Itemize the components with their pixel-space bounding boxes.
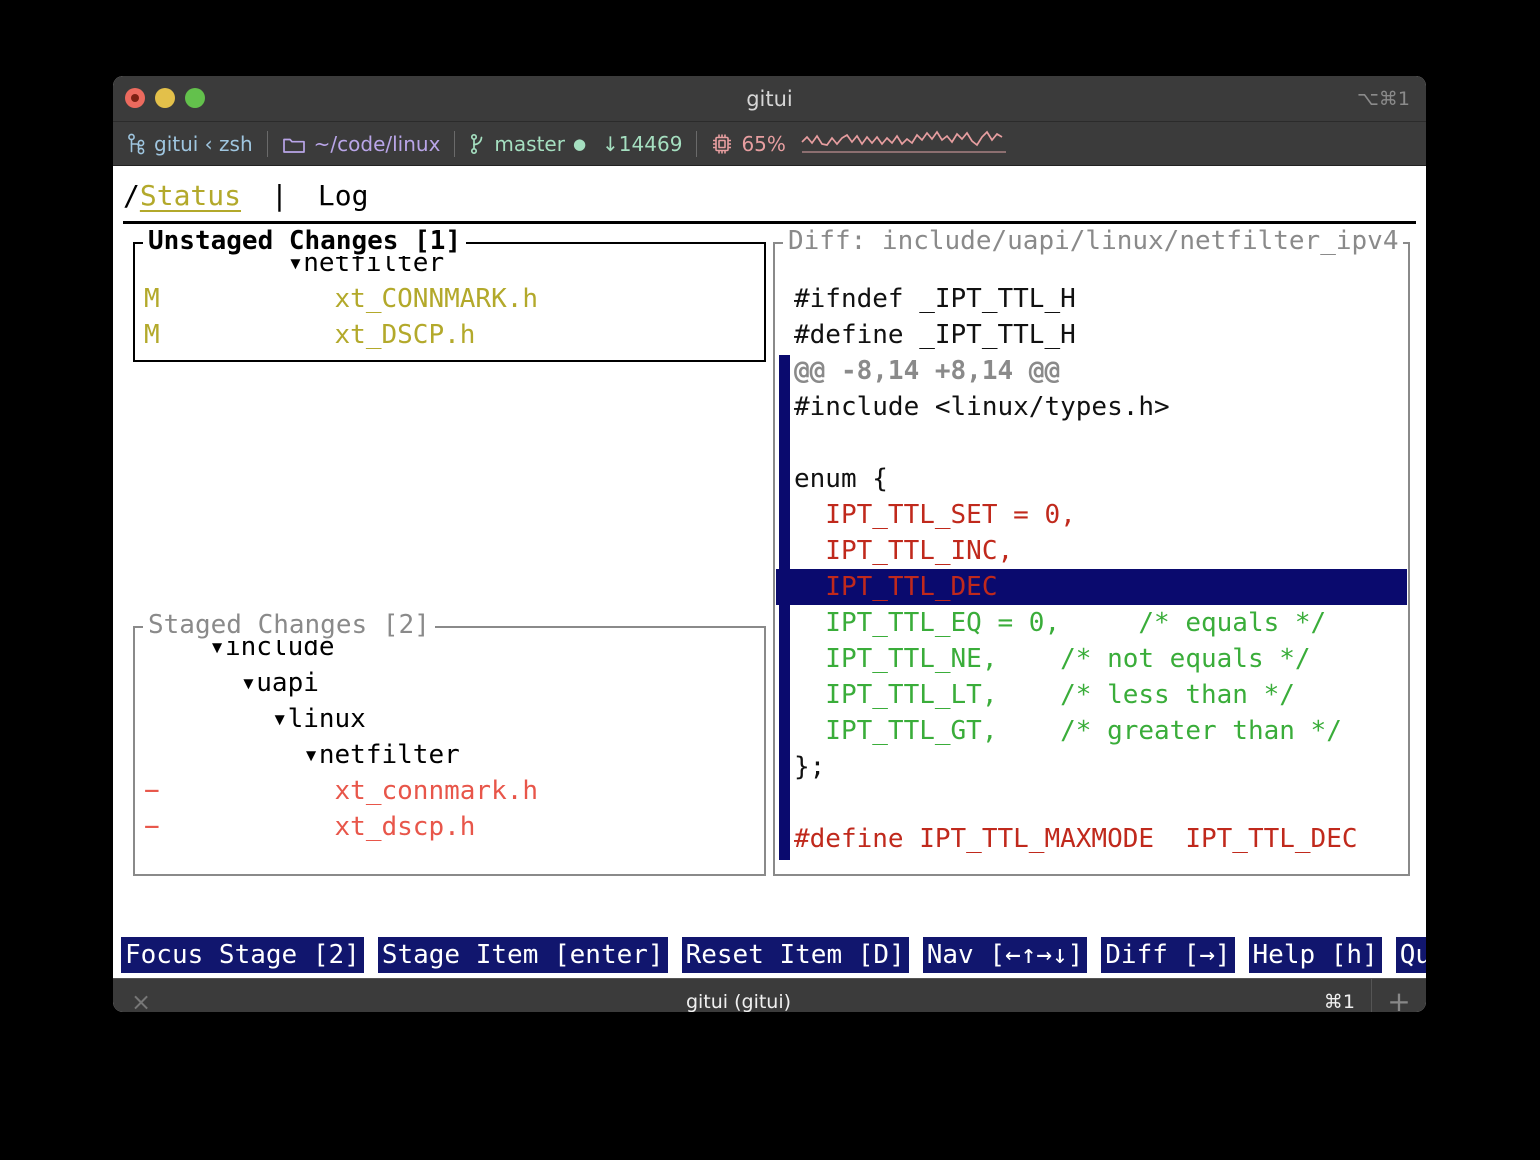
commits-behind-label: ↓14469 <box>602 132 682 156</box>
tree-folder-label: ▾uapi <box>178 665 319 701</box>
main-content: Unstaged Changes [1] ▾netfilterM xt_CONN… <box>113 224 1426 931</box>
git-branch-icon <box>469 133 486 155</box>
command-button[interactable]: Nav [←↑→↓] <box>923 937 1088 973</box>
diff-panel[interactable]: Diff: include/uapi/linux/netfilter_ipv4 … <box>773 242 1410 876</box>
table-row[interactable]: ▾linux <box>136 701 763 737</box>
close-icon[interactable]: × <box>113 988 169 1012</box>
cpu-chip-icon <box>711 132 733 156</box>
terminal-session-title: gitui (gitui) <box>169 991 1308 1012</box>
gitui-window: gitui ⌥⌘1 gitui ‹ zsh <box>113 76 1426 1012</box>
status-cpu-segment: 65% <box>697 122 1021 165</box>
staged-panel-title: Staged Changes [2] <box>143 610 435 640</box>
file-status-marker: − <box>136 809 178 845</box>
diff-line[interactable]: IPT_TTL_NE, /* not equals */ <box>776 641 1407 677</box>
diff-line[interactable]: }; <box>776 749 1407 785</box>
cpu-percent-label: 65% <box>741 132 785 156</box>
table-row[interactable]: ▾netfilter <box>136 737 763 773</box>
diff-line[interactable]: IPT_TTL_GT, /* greater than */ <box>776 713 1407 749</box>
tab-divider: | <box>271 179 288 212</box>
diff-line[interactable]: #include <linux/types.h> <box>776 389 1407 425</box>
tab-status[interactable]: /Status <box>123 179 241 212</box>
unstaged-panel-title: Unstaged Changes [1] <box>143 226 466 256</box>
diff-line[interactable] <box>776 785 1407 821</box>
diff-line[interactable]: IPT_TTL_LT, /* less than */ <box>776 677 1407 713</box>
window-titlebar: gitui ⌥⌘1 <box>113 76 1426 122</box>
command-button[interactable]: Stage Item [enter] <box>378 937 668 973</box>
file-name-label: xt_CONNMARK.h <box>178 281 538 317</box>
file-status-marker: − <box>136 773 178 809</box>
tab-status-label: Status <box>140 179 241 212</box>
terminal-status-bar: × gitui (gitui) ⌘1 + <box>113 978 1426 1012</box>
tab-bar: /Status | Log <box>113 166 1426 224</box>
diff-line[interactable]: #ifndef _IPT_TTL_H <box>776 281 1407 317</box>
unstaged-changes-panel[interactable]: Unstaged Changes [1] ▾netfilterM xt_CONN… <box>133 242 766 362</box>
file-name-label: xt_DSCP.h <box>178 317 475 353</box>
diff-line[interactable] <box>776 425 1407 461</box>
diff-line[interactable]: IPT_TTL_INC, <box>776 533 1407 569</box>
file-name-label: xt_MARK.h <box>178 353 475 359</box>
diff-panel-title: Diff: include/uapi/linux/netfilter_ipv4 <box>783 226 1403 256</box>
command-button[interactable]: Diff [→] <box>1101 937 1234 973</box>
command-button[interactable]: Reset Item [D] <box>682 937 909 973</box>
status-path-segment: ~/code/linux <box>268 122 455 165</box>
branch-dirty-dot: ● <box>573 135 586 153</box>
branch-label: master <box>494 132 565 156</box>
file-status-marker: M <box>136 281 178 317</box>
shell-label: gitui ‹ zsh <box>154 132 253 156</box>
terminal-shortcut-label: ⌘1 <box>1308 991 1371 1012</box>
table-row[interactable]: − xt_connmark.h <box>136 773 763 809</box>
new-tab-plus-icon[interactable]: + <box>1371 979 1426 1012</box>
staged-changes-panel[interactable]: Staged Changes [2] ▾include ▾uapi ▾linux… <box>133 626 766 876</box>
status-shell-segment: gitui ‹ zsh <box>113 122 267 165</box>
diff-line[interactable]: enum { <box>776 461 1407 497</box>
diff-content[interactable]: #ifndef _IPT_TTL_H#define _IPT_TTL_H@@ -… <box>776 245 1407 873</box>
git-branch-icon <box>127 133 146 155</box>
table-row[interactable]: − xt_dscp.h <box>136 809 763 845</box>
command-button[interactable]: Focus Stage [2] <box>121 937 364 973</box>
status-git-segment: master ● ↓14469 <box>455 122 696 165</box>
window-title: gitui <box>113 87 1426 111</box>
table-row[interactable]: M xt_CONNMARK.h <box>136 281 763 317</box>
diff-line[interactable]: IPT_TTL_SET = 0, <box>776 497 1407 533</box>
unstaged-file-list[interactable]: ▾netfilterM xt_CONNMARK.hM xt_DSCP.hM xt… <box>136 245 763 359</box>
diff-line[interactable]: @@ -8,14 +8,14 @@ <box>776 353 1407 389</box>
window-shortcut-hint: ⌥⌘1 <box>1357 88 1410 110</box>
folder-icon <box>282 134 306 154</box>
tab-prefix: / <box>123 179 140 212</box>
file-status-marker: M <box>136 353 178 359</box>
table-row[interactable]: M xt_MARK.h <box>136 353 763 359</box>
shell-status-bar: gitui ‹ zsh ~/code/linux master <box>113 122 1426 166</box>
command-button[interactable]: Help [h] <box>1249 937 1382 973</box>
file-name-label: xt_connmark.h <box>178 773 538 809</box>
diff-line[interactable]: IPT_TTL_EQ = 0, /* equals */ <box>776 605 1407 641</box>
tab-log[interactable]: Log <box>318 179 369 212</box>
table-row[interactable]: ▾uapi <box>136 665 763 701</box>
diff-line[interactable]: #define IPT_TTL_MAXMODE IPT_TTL_DEC <box>776 821 1407 857</box>
command-bar: Focus Stage [2] Stage Item [enter] Reset I… <box>113 931 1426 978</box>
tab-log-label: Log <box>318 179 369 212</box>
table-row[interactable]: M xt_DSCP.h <box>136 317 763 353</box>
diff-scrollbar[interactable] <box>779 355 790 860</box>
tree-folder-label: ▾linux <box>178 701 366 737</box>
file-status-marker: M <box>136 317 178 353</box>
tree-folder-label: ▾netfilter <box>178 737 460 773</box>
diff-line[interactable]: #define _IPT_TTL_H <box>776 317 1407 353</box>
path-label: ~/code/linux <box>314 132 441 156</box>
command-button[interactable]: Qu <box>1396 937 1426 973</box>
cpu-sparkline <box>800 126 1008 161</box>
diff-line[interactable]: IPT_TTL_DEC <box>776 569 1407 605</box>
file-name-label: xt_dscp.h <box>178 809 475 845</box>
staged-file-list[interactable]: ▾include ▾uapi ▾linux ▾netfilter− xt_con… <box>136 629 763 873</box>
